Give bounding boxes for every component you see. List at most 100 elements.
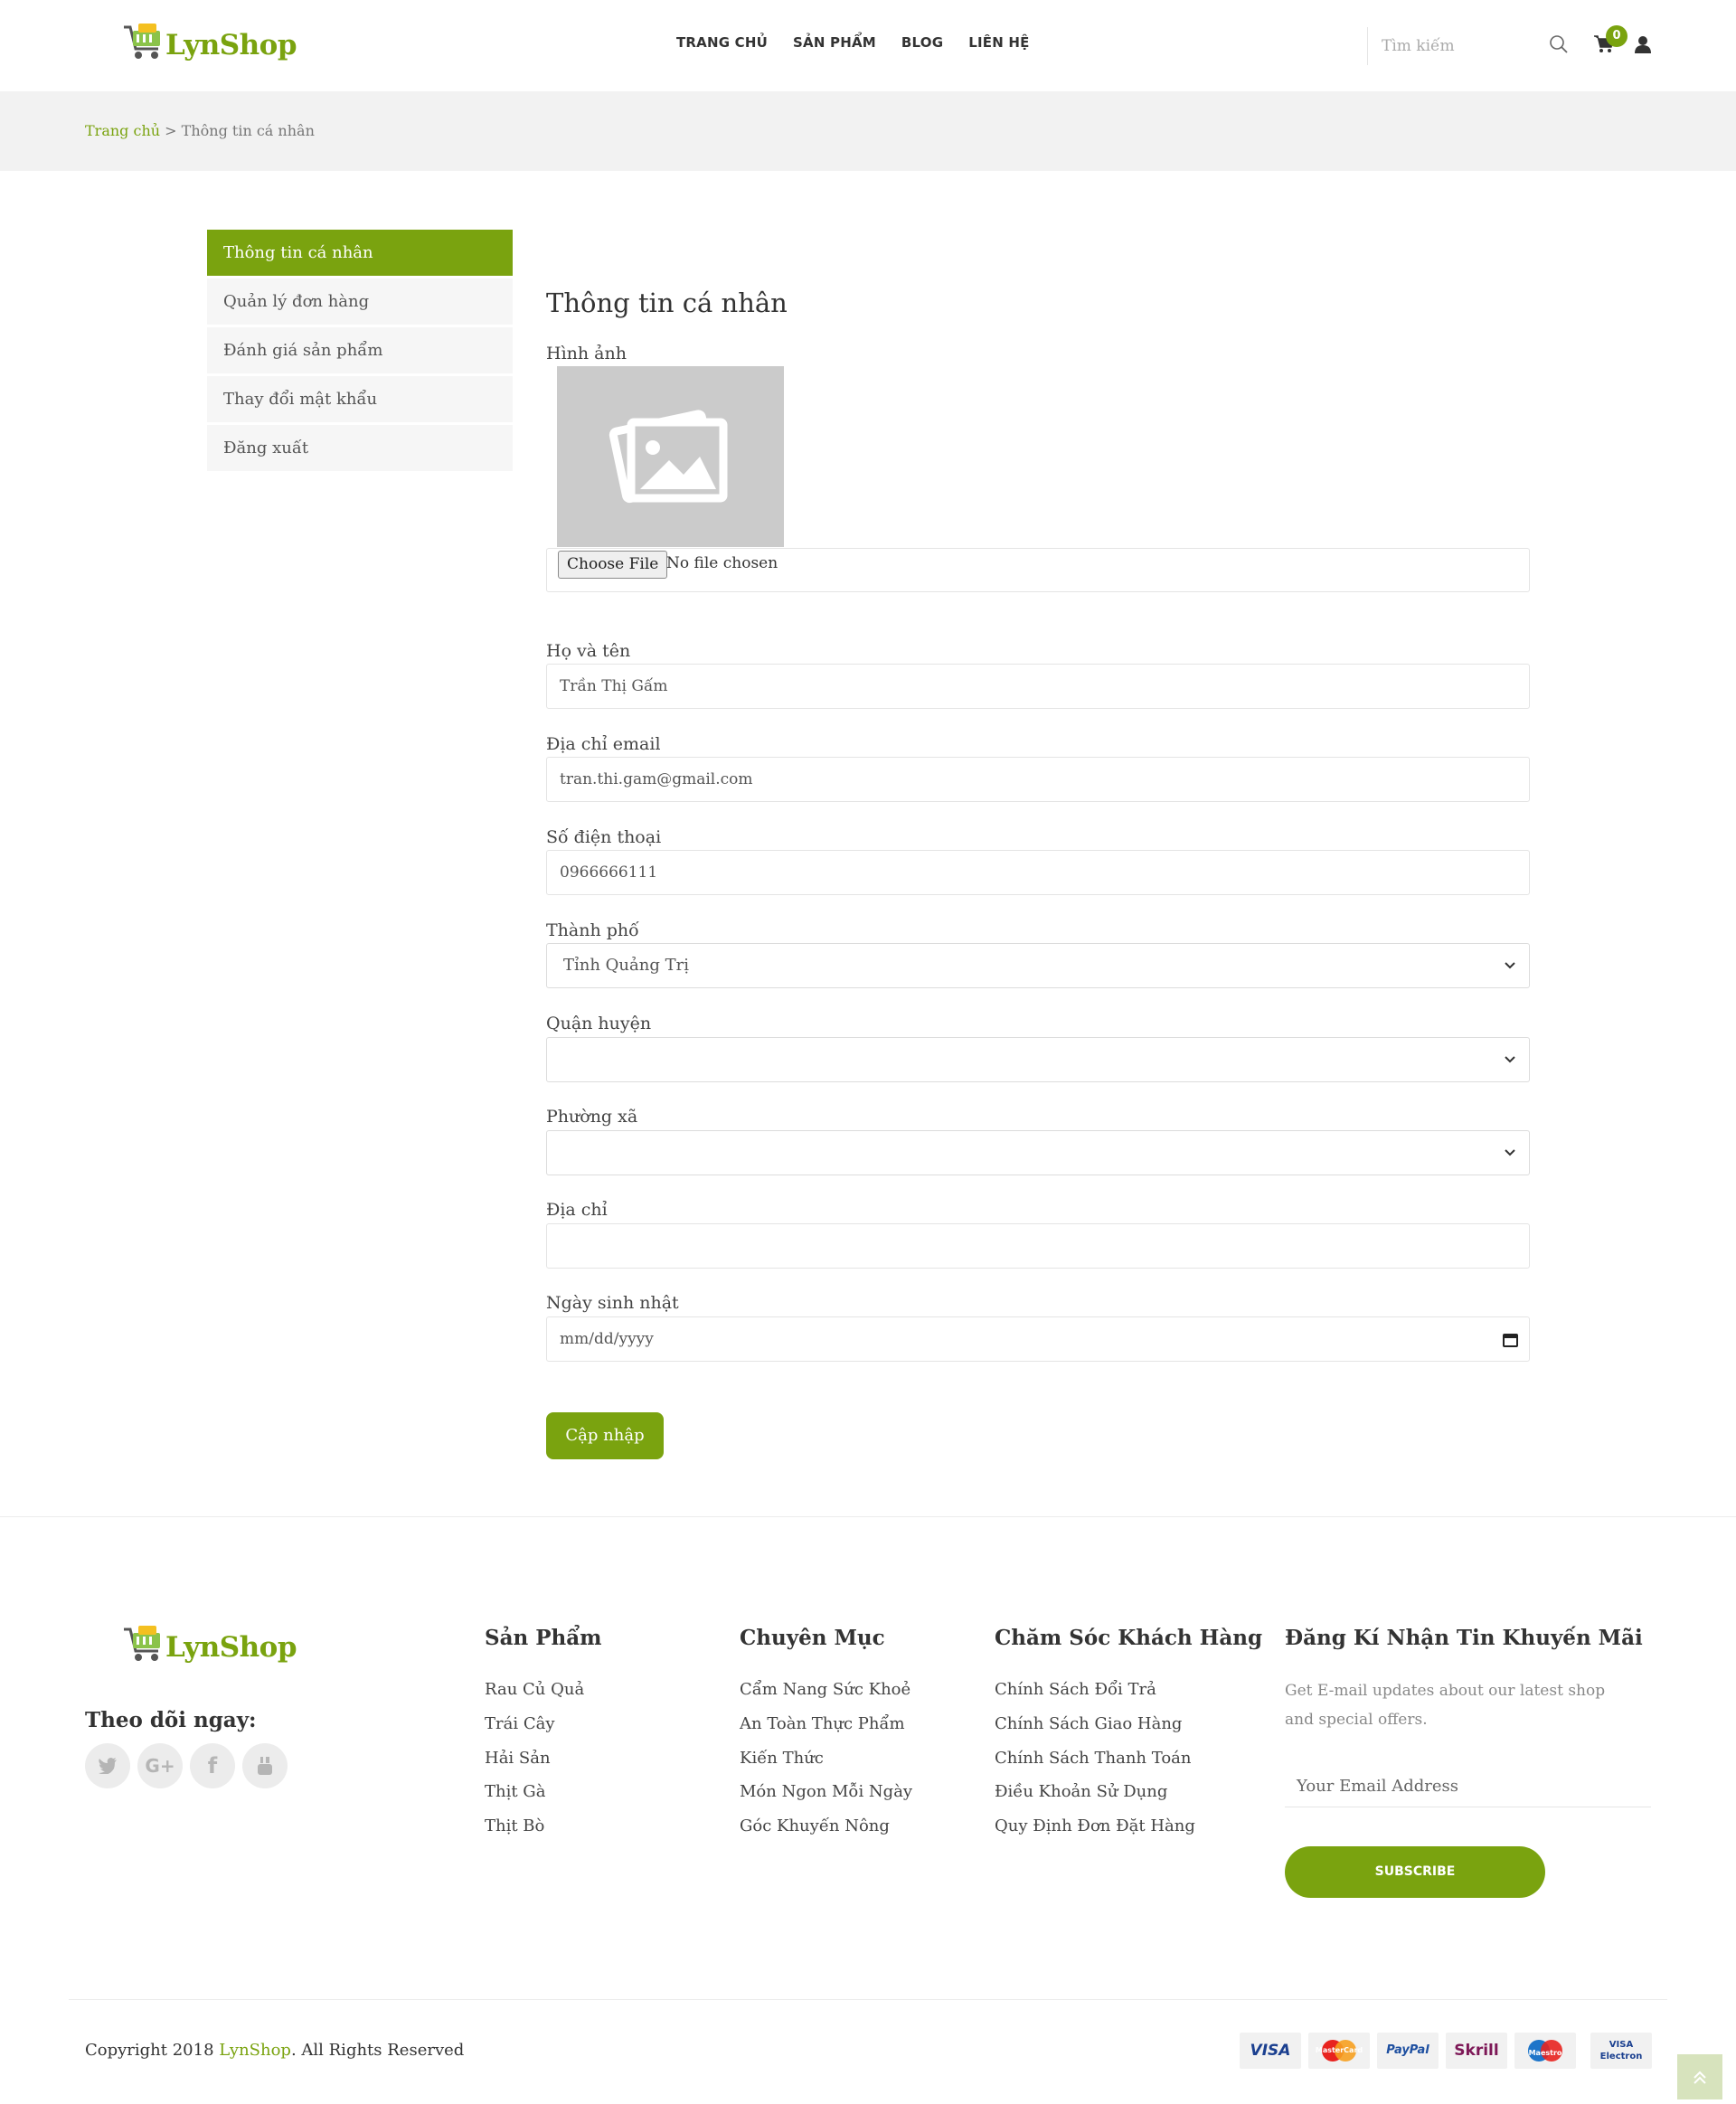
sidebar-item-reviews[interactable]: Đánh giá sản phẩm — [207, 327, 513, 373]
visa-electron-icon: VISA Electron — [1590, 2033, 1652, 2069]
nav-home[interactable]: TRANG CHỦ — [676, 34, 768, 51]
sidebar-item-logout[interactable]: Đăng xuất — [207, 425, 513, 471]
footer-link[interactable]: Điều Khoản Sử Dụng — [995, 1782, 1167, 1801]
avatar-placeholder — [557, 366, 784, 547]
footer-link[interactable]: Cẩm Nang Sức Khoẻ — [740, 1680, 910, 1699]
page-title: Thông tin cá nhân — [546, 288, 788, 318]
footer-link[interactable]: Thịt Bò — [485, 1816, 544, 1835]
back-to-top-button[interactable] — [1677, 2054, 1722, 2099]
sidebar-item-orders[interactable]: Quản lý đơn hàng — [207, 278, 513, 325]
file-status: No file chosen — [666, 554, 778, 572]
follow-label: Theo dõi ngay: — [85, 1708, 257, 1732]
newsletter-email-input[interactable]: Your Email Address — [1285, 1766, 1651, 1807]
address-label: Địa chỉ — [546, 1200, 608, 1220]
birthday-label: Ngày sinh nhật — [546, 1293, 679, 1313]
nav-products[interactable]: SẢN PHẨM — [793, 34, 876, 51]
image-label: Hình ảnh — [546, 344, 627, 363]
mastercard-label: MasterCard — [1315, 2046, 1363, 2054]
skrill-icon: Skrill — [1446, 2033, 1507, 2069]
footer-link[interactable]: Hải Sản — [485, 1749, 551, 1768]
maestro-icon: Maestro — [1514, 2033, 1576, 2069]
site-header: LynShop TRANG CHỦ SẢN PHẨM BLOG LIÊN HỆ … — [0, 0, 1736, 91]
file-upload-row: Choose File No file chosen — [546, 548, 1530, 592]
phone-label: Số điện thoại — [546, 827, 662, 847]
chevron-down-icon — [1505, 1056, 1515, 1063]
breadcrumb-separator: > — [165, 122, 177, 139]
footer-link[interactable]: An Toàn Thực Phẩm — [740, 1714, 905, 1733]
breadcrumb-bar: Trang chủ > Thông tin cá nhân — [0, 91, 1736, 171]
copyright-brand[interactable]: LynShop — [219, 2041, 291, 2060]
google-plus-icon[interactable]: G+ — [137, 1743, 183, 1788]
header-logo[interactable]: LynShop — [122, 22, 297, 61]
sidebar-item-change-password[interactable]: Thay đổi mật khẩu — [207, 376, 513, 422]
search-placeholder: Tìm kiếm — [1382, 37, 1455, 55]
search-icon[interactable] — [1549, 34, 1569, 54]
phone-field[interactable]: 0966666111 — [546, 850, 1530, 895]
fullname-label: Họ và tên — [546, 641, 631, 661]
footer-logo[interactable]: LynShop — [122, 1624, 297, 1664]
nav-blog[interactable]: BLOG — [901, 34, 943, 51]
footer-link[interactable]: Chính Sách Thanh Toán — [995, 1749, 1192, 1768]
cart-logo-icon — [124, 24, 160, 59]
newsletter-title: Đăng Kí Nhận Tin Khuyến Mãi — [1285, 1626, 1643, 1650]
copyright-suffix: . All Rights Reserved — [290, 2041, 465, 2060]
footer-link[interactable]: Món Ngon Mỗi Ngày — [740, 1782, 912, 1801]
footer-divider — [0, 1516, 1736, 1517]
twitter-icon[interactable] — [85, 1743, 130, 1788]
update-button[interactable]: Cập nhập — [546, 1412, 664, 1459]
image-placeholder-icon — [609, 410, 728, 504]
chevron-down-icon — [1505, 962, 1515, 969]
copyright: Copyright 2018 LynShop. All Rights Reser… — [85, 2041, 464, 2060]
footer-link[interactable]: Kiến Thức — [740, 1749, 824, 1768]
footer-col-categories-title: Chuyên Mục — [740, 1626, 885, 1650]
subscribe-button[interactable]: SUBSCRIBE — [1285, 1846, 1545, 1898]
footer-bottom-divider — [69, 1999, 1667, 2000]
footer-link[interactable]: Chính Sách Đổi Trả — [995, 1680, 1156, 1699]
breadcrumb: Trang chủ > Thông tin cá nhân — [85, 122, 315, 139]
district-label: Quận huyện — [546, 1014, 652, 1033]
brand-name: LynShop — [165, 29, 297, 61]
email-label: Địa chỉ email — [546, 734, 661, 754]
district-select[interactable] — [546, 1037, 1530, 1082]
footer-link[interactable]: Chính Sách Giao Hàng — [995, 1714, 1182, 1733]
facebook-icon[interactable]: f — [190, 1743, 235, 1788]
breadcrumb-home[interactable]: Trang chủ — [85, 122, 160, 139]
user-icon[interactable] — [1634, 35, 1652, 53]
breadcrumb-current: Thông tin cá nhân — [181, 122, 315, 139]
visa-icon: VISA — [1240, 2033, 1301, 2069]
city-select[interactable]: Tỉnh Quảng Trị — [546, 943, 1530, 988]
footer-link[interactable]: Góc Khuyến Nông — [740, 1816, 890, 1835]
paypal-icon: PayPal — [1377, 2033, 1439, 2069]
city-selected-value: Tỉnh Quảng Trị — [563, 956, 689, 975]
footer-link[interactable]: Quy Định Đơn Đặt Hàng — [995, 1816, 1195, 1835]
footer-col-products-title: Sản Phẩm — [485, 1626, 602, 1650]
youtube-icon[interactable] — [242, 1743, 288, 1788]
footer-link[interactable]: Thịt Gà — [485, 1782, 545, 1801]
ward-select[interactable] — [546, 1130, 1530, 1175]
sidebar-item-profile[interactable]: Thông tin cá nhân — [207, 230, 513, 276]
choose-file-button[interactable]: Choose File — [558, 551, 668, 579]
main-nav: TRANG CHỦ SẢN PHẨM BLOG LIÊN HỆ — [676, 34, 1030, 51]
birthday-field[interactable]: mm/dd/yyyy — [546, 1316, 1530, 1362]
address-field[interactable] — [546, 1223, 1530, 1269]
chevron-down-icon — [1505, 1149, 1515, 1156]
calendar-icon[interactable] — [1503, 1332, 1518, 1347]
ward-label: Phường xã — [546, 1107, 638, 1127]
search-input[interactable]: Tìm kiếm — [1367, 27, 1568, 65]
footer-link[interactable]: Trái Cây — [485, 1714, 555, 1733]
city-label: Thành phố — [546, 920, 639, 940]
double-chevron-up-icon — [1694, 2071, 1706, 2084]
account-sidebar: Thông tin cá nhân Quản lý đơn hàng Đánh … — [207, 230, 513, 474]
cart-count-badge: 0 — [1606, 25, 1628, 47]
mastercard-icon: MasterCard — [1308, 2033, 1370, 2069]
fullname-field[interactable]: Trần Thị Gấm — [546, 664, 1530, 709]
footer-brand-name: LynShop — [165, 1631, 297, 1664]
footer-link[interactable]: Rau Củ Quả — [485, 1680, 584, 1699]
cart-logo-icon — [124, 1626, 160, 1661]
birthday-value: mm/dd/yyyy — [560, 1330, 654, 1348]
email-field[interactable]: tran.thi.gam@gmail.com — [546, 757, 1530, 802]
copyright-prefix: Copyright 2018 — [85, 2041, 220, 2060]
newsletter-text: Get E-mail updates about our latest shop… — [1285, 1682, 1606, 1729]
footer-col-customer-care-title: Chăm Sóc Khách Hàng — [995, 1626, 1263, 1650]
nav-contact[interactable]: LIÊN HỆ — [968, 34, 1029, 51]
